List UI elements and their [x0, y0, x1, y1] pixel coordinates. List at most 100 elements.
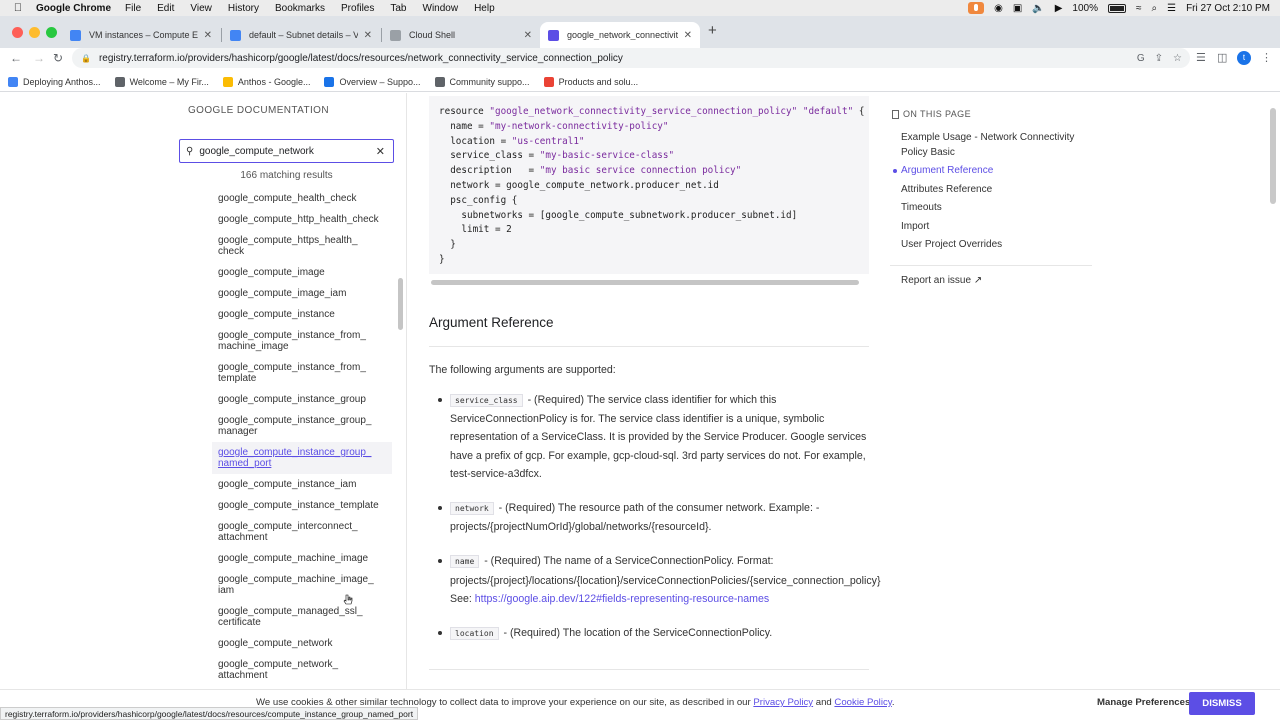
- toc-item[interactable]: Example Usage - Network Connectivity Pol…: [892, 131, 1092, 160]
- menu-edit[interactable]: Edit: [157, 3, 174, 14]
- bookmark-item[interactable]: Community suppo...: [434, 76, 530, 87]
- bookmark-item[interactable]: Anthos - Google...: [222, 76, 311, 87]
- bookmark-star-icon[interactable]: ☆: [1173, 53, 1182, 64]
- menu-bookmarks[interactable]: Bookmarks: [275, 3, 325, 14]
- search-result-item[interactable]: google_compute_network_ attachment: [212, 654, 392, 686]
- docs-search-input[interactable]: [199, 145, 376, 157]
- dismiss-button[interactable]: DISMISS: [1189, 692, 1255, 715]
- minimize-window-button[interactable]: [29, 27, 40, 38]
- menu-history[interactable]: History: [228, 3, 259, 14]
- search-result-item[interactable]: google_compute_health_check: [212, 188, 392, 209]
- search-result-item[interactable]: google_compute_instance_group_ manager: [212, 410, 392, 442]
- docs-search-box[interactable]: ⚲ ✕: [179, 139, 394, 163]
- tab-title[interactable]: default – Subnet details – VPC: [249, 30, 358, 40]
- close-tab-icon[interactable]: ✕: [684, 30, 692, 41]
- search-result-item[interactable]: google_compute_managed_ssl_ certificate: [212, 601, 392, 633]
- app-menu[interactable]: Google Chrome: [36, 3, 111, 14]
- maximize-window-button[interactable]: [46, 27, 57, 38]
- search-result-item[interactable]: google_compute_instance_from_ machine_ima…: [212, 325, 392, 357]
- toc-item[interactable]: Argument Reference: [892, 164, 1092, 179]
- play-icon[interactable]: ▶: [1055, 3, 1063, 14]
- bookmark-item[interactable]: Welcome – My Fir...: [114, 76, 209, 87]
- menu-view[interactable]: View: [190, 3, 212, 14]
- clear-search-icon[interactable]: ✕: [376, 145, 385, 158]
- tab-title[interactable]: VM instances – Compute Eng: [89, 30, 198, 40]
- search-result-item[interactable]: google_compute_network: [212, 633, 392, 654]
- search-results-list[interactable]: google_compute_health_check google_comput…: [212, 188, 392, 720]
- record-icon[interactable]: ◉: [994, 3, 1003, 14]
- menu-file[interactable]: File: [125, 3, 141, 14]
- report-issue-link[interactable]: Report an issue ↗: [901, 275, 982, 286]
- menu-tab[interactable]: Tab: [390, 3, 406, 14]
- search-result-item[interactable]: google_compute_instance_group_ named_port: [212, 442, 392, 474]
- menu-help[interactable]: Help: [474, 3, 495, 14]
- page-scrollbar-thumb[interactable]: [1270, 108, 1276, 204]
- close-tab-icon[interactable]: ✕: [204, 30, 212, 41]
- search-result-item[interactable]: google_compute_machine_image: [212, 548, 392, 569]
- reading-list-icon[interactable]: ☰: [1196, 51, 1206, 64]
- toc-item[interactable]: Attributes Reference: [892, 183, 1092, 198]
- toc-item[interactable]: Timeouts: [892, 201, 1092, 216]
- forward-icon[interactable]: →: [33, 51, 45, 65]
- browser-tab[interactable]: default – Subnet details – VPC ✕: [222, 22, 380, 48]
- apple-icon[interactable]: : [8, 2, 28, 14]
- search-result-item[interactable]: google_compute_instance: [212, 304, 392, 325]
- close-window-button[interactable]: [12, 27, 23, 38]
- report-issue-label[interactable]: Report an issue: [901, 275, 971, 286]
- lock-icon[interactable]: 🔒: [81, 54, 91, 63]
- wifi-icon[interactable]: ≈: [1136, 3, 1142, 14]
- privacy-policy-link[interactable]: Privacy Policy: [753, 697, 813, 708]
- aip-reference-link[interactable]: https://google.aip.dev/122#fields-repres…: [475, 593, 769, 605]
- browser-tab[interactable]: Cloud Shell ✕: [382, 22, 540, 48]
- side-panel-icon[interactable]: ◫: [1217, 51, 1227, 64]
- bookmark-label[interactable]: Welcome – My Fir...: [130, 77, 209, 87]
- search-result-item[interactable]: google_compute_instance_from_ template: [212, 357, 392, 389]
- bookmark-item[interactable]: Overview – Suppo...: [324, 76, 421, 87]
- new-tab-button[interactable]: +: [708, 22, 717, 39]
- results-scrollbar[interactable]: [398, 188, 403, 720]
- reload-icon[interactable]: ↻: [53, 51, 63, 65]
- google-lens-icon[interactable]: G: [1137, 53, 1145, 64]
- search-result-item[interactable]: google_compute_image_iam: [212, 283, 392, 304]
- cookie-policy-link[interactable]: Cookie Policy: [834, 697, 891, 708]
- search-result-item[interactable]: google_compute_http_health_check: [212, 209, 392, 230]
- bookmark-label[interactable]: Products and solu...: [559, 77, 639, 87]
- url-text[interactable]: registry.terraform.io/providers/hashicor…: [99, 53, 623, 64]
- code-horizontal-scrollbar[interactable]: [431, 280, 859, 285]
- toc-item[interactable]: Import: [892, 220, 1092, 235]
- search-result-item[interactable]: google_compute_instance_group: [212, 389, 392, 410]
- toc-item[interactable]: User Project Overrides: [892, 238, 1092, 253]
- clock[interactable]: Fri 27 Oct 2:10 PM: [1186, 3, 1270, 14]
- tab-title[interactable]: Cloud Shell: [409, 30, 518, 40]
- battery-icon[interactable]: [1108, 3, 1126, 13]
- bookmark-item[interactable]: Deploying Anthos...: [8, 76, 101, 87]
- results-scrollbar-thumb[interactable]: [398, 278, 403, 330]
- bookmark-item[interactable]: Products and solu...: [543, 76, 639, 87]
- menu-profiles[interactable]: Profiles: [341, 3, 374, 14]
- display-icon[interactable]: ▣: [1013, 3, 1022, 14]
- search-result-item[interactable]: google_compute_interconnect_ attachment: [212, 516, 392, 548]
- bookmark-label[interactable]: Deploying Anthos...: [23, 77, 101, 87]
- control-center-icon[interactable]: ☰: [1167, 3, 1176, 14]
- search-result-item[interactable]: google_compute_machine_image_ iam: [212, 569, 392, 601]
- spotlight-search-icon[interactable]: ⌕: [1152, 3, 1158, 14]
- volume-icon[interactable]: 🔈: [1032, 3, 1044, 14]
- microphone-icon[interactable]: [968, 2, 985, 14]
- bookmark-label[interactable]: Overview – Suppo...: [339, 77, 420, 87]
- search-result-item[interactable]: google_compute_instance_template: [212, 495, 392, 516]
- search-result-item[interactable]: google_compute_https_health_ check: [212, 230, 392, 262]
- menu-window[interactable]: Window: [423, 3, 459, 14]
- profile-avatar[interactable]: t: [1237, 51, 1251, 65]
- address-bar[interactable]: 🔒 registry.terraform.io/providers/hashic…: [72, 48, 1190, 68]
- close-tab-icon[interactable]: ✕: [364, 30, 372, 41]
- search-result-item[interactable]: google_compute_image: [212, 262, 392, 283]
- browser-tab[interactable]: google_network_connectivity ✕: [540, 22, 700, 48]
- bookmark-label[interactable]: Community suppo...: [450, 77, 530, 87]
- tab-title[interactable]: google_network_connectivity: [567, 30, 678, 40]
- search-result-item[interactable]: google_compute_instance_iam: [212, 474, 392, 495]
- bookmark-label[interactable]: Anthos - Google...: [238, 77, 311, 87]
- close-tab-icon[interactable]: ✕: [524, 30, 532, 41]
- manage-preferences-button[interactable]: Manage Preferences: [1097, 697, 1190, 708]
- back-icon[interactable]: ←: [10, 51, 22, 65]
- share-icon[interactable]: ⇪: [1155, 53, 1163, 64]
